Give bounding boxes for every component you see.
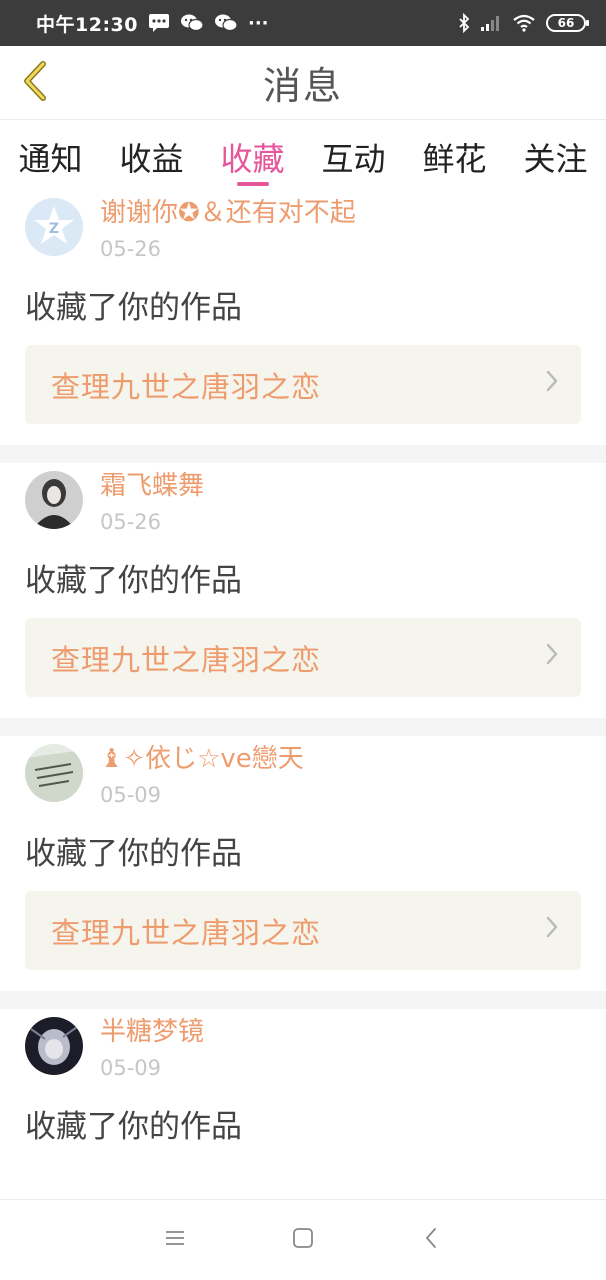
list-item: ♝✧依じ☆ve戀天 05-09 收藏了你的作品 查理九世之唐羽之恋	[0, 736, 606, 991]
action-text: 收藏了你的作品	[25, 290, 242, 326]
divider	[0, 991, 606, 1009]
bluetooth-icon	[458, 13, 470, 33]
tab-following[interactable]: 关注	[505, 120, 606, 190]
page-title: 消息	[262, 64, 343, 108]
timestamp: 05-09	[100, 1056, 162, 1080]
home-square-icon	[292, 1227, 314, 1253]
divider	[0, 718, 606, 736]
chevron-right-icon	[545, 369, 559, 400]
username[interactable]: 半糖梦镜	[100, 1015, 204, 1049]
tab-bar: 通知 收益 收藏 互动 鲜花 关注	[0, 120, 606, 190]
avatar[interactable]	[25, 1017, 83, 1075]
tab-flowers[interactable]: 鲜花	[404, 120, 505, 190]
status-time: 中午12:30	[36, 13, 138, 36]
username[interactable]: ♝✧依じ☆ve戀天	[100, 742, 304, 776]
wifi-icon	[512, 14, 536, 32]
action-text: 收藏了你的作品	[25, 563, 242, 599]
back-triangle-icon	[423, 1226, 439, 1254]
avatar[interactable]	[25, 471, 83, 529]
tab-favorites[interactable]: 收藏	[202, 120, 303, 190]
wechat-icon	[180, 13, 204, 33]
message-icon	[148, 13, 170, 33]
action-text: 收藏了你的作品	[25, 1109, 242, 1145]
tab-earnings[interactable]: 收益	[101, 120, 202, 190]
system-back-button[interactable]	[417, 1226, 445, 1254]
svg-text:Z: Z	[49, 221, 59, 237]
message-list: Z 谢谢你✪＆还有对不起 05-26 收藏了你的作品 查理九世之唐羽之恋 霜飞蝶…	[0, 190, 606, 1264]
timestamp: 05-26	[100, 510, 162, 534]
signal-icon	[480, 14, 502, 32]
list-item: Z 谢谢你✪＆还有对不起 05-26 收藏了你的作品 查理九世之唐羽之恋	[0, 190, 606, 445]
tab-notifications[interactable]: 通知	[0, 120, 101, 190]
action-text: 收藏了你的作品	[25, 836, 242, 872]
nav-bar: 消息	[0, 46, 606, 120]
chevron-left-icon	[19, 60, 49, 106]
menu-button[interactable]	[161, 1226, 189, 1254]
menu-icon	[164, 1228, 186, 1252]
avatar[interactable]: Z	[25, 198, 83, 256]
work-title: 查理九世之唐羽之恋	[51, 642, 322, 677]
tab-interactions[interactable]: 互动	[303, 120, 404, 190]
work-link[interactable]: 查理九世之唐羽之恋	[25, 345, 581, 424]
status-bar: 中午12:30 ··· 66	[0, 0, 606, 46]
battery-indicator: 66	[546, 14, 589, 32]
wechat-icon	[214, 13, 238, 33]
home-button[interactable]	[289, 1226, 317, 1254]
work-title: 查理九世之唐羽之恋	[51, 369, 322, 404]
username[interactable]: 谢谢你✪＆还有对不起	[100, 196, 356, 230]
back-button[interactable]	[14, 60, 54, 106]
chevron-right-icon	[545, 642, 559, 673]
timestamp: 05-26	[100, 237, 162, 261]
work-title: 查理九世之唐羽之恋	[51, 915, 322, 950]
avatar[interactable]	[25, 744, 83, 802]
username[interactable]: 霜飞蝶舞	[100, 469, 204, 503]
work-link[interactable]: 查理九世之唐羽之恋	[25, 618, 581, 697]
work-link[interactable]: 查理九世之唐羽之恋	[25, 891, 581, 970]
system-nav-bar	[0, 1199, 606, 1280]
chevron-right-icon	[545, 915, 559, 946]
more-indicator: ···	[247, 12, 269, 34]
timestamp: 05-09	[100, 783, 162, 807]
list-item: 霜飞蝶舞 05-26 收藏了你的作品 查理九世之唐羽之恋	[0, 463, 606, 718]
divider	[0, 445, 606, 463]
